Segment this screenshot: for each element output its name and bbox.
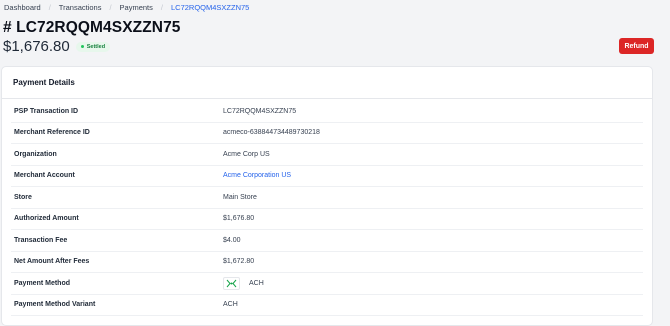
breadcrumb-dashboard[interactable]: Dashboard [4,3,41,12]
breadcrumb: Dashboard / Transactions / Payments / LC… [4,3,249,12]
status-dot-icon [80,45,84,48]
detail-label: Merchant Reference ID [14,129,90,137]
detail-value: Main Store [223,193,257,201]
details-list: PSP Transaction ID LC72RQQM4SXZZN75 Merc… [2,99,652,316]
detail-row-merchant-account: Merchant Account Acme Corporation US [11,166,643,187]
payment-method-label: ACH [249,279,264,287]
ach-icon [223,276,240,290]
detail-label: Authorized Amount [14,215,79,223]
detail-value: $1,672.80 [223,258,255,266]
detail-label: Store [14,193,32,201]
detail-value: LC72RQQM4SXZZN75 [223,107,297,115]
amount-row: $1,676.80 Settled [3,38,111,55]
detail-label: Merchant Account [14,172,75,180]
detail-label: Net Amount After Fees [14,258,90,266]
breadcrumb-payments[interactable]: Payments [120,3,153,12]
breadcrumb-transactions[interactable]: Transactions [59,3,102,12]
breadcrumb-separator: / [109,3,112,12]
detail-row-transaction-fee: Transaction Fee $4.00 [11,230,643,252]
merchant-account-link[interactable]: Acme Corporation US [223,172,291,179]
detail-row-payment-method-variant: Payment Method Variant ACH [11,295,643,316]
card-title: Payment Details [2,67,652,99]
payment-details-card: Payment Details PSP Transaction ID LC72R… [1,66,653,326]
detail-row-payment-method: Payment Method ACH [11,273,643,295]
breadcrumb-current: LC72RQQM4SXZZN75 [171,3,250,12]
detail-row-organization: Organization Acme Corp US [11,144,643,166]
detail-value: ACH [223,276,264,290]
detail-row-store: Store Main Store [11,187,643,209]
detail-label: Organization [14,150,57,158]
detail-row-net-amount: Net Amount After Fees $1,672.80 [11,252,643,273]
status-badge: Settled [75,41,111,52]
detail-label: Payment Method [14,279,71,287]
detail-value: ACH [223,301,238,309]
detail-label: Transaction Fee [14,236,68,244]
detail-label: PSP Transaction ID [14,107,79,115]
refund-button[interactable]: Refund [619,38,654,54]
transaction-amount: $1,676.80 [3,38,70,55]
status-badge-label: Settled [86,43,106,50]
detail-row-authorized-amount: Authorized Amount $1,676.80 [11,209,643,230]
detail-row-psp-transaction-id: PSP Transaction ID LC72RQQM4SXZZN75 [11,101,643,123]
detail-label: Payment Method Variant [14,301,96,309]
detail-value: $4.00 [223,236,241,244]
detail-value: $1,676.80 [223,215,255,223]
breadcrumb-separator: / [160,3,163,12]
detail-value: acmeco-638844734489730218 [223,129,320,137]
breadcrumb-separator: / [48,3,51,12]
detail-value: Acme Corp US [223,150,270,158]
page-title: # LC72RQQM4SXZZN75 [3,19,181,36]
detail-row-merchant-reference-id: Merchant Reference ID acmeco-63884473448… [11,123,643,144]
